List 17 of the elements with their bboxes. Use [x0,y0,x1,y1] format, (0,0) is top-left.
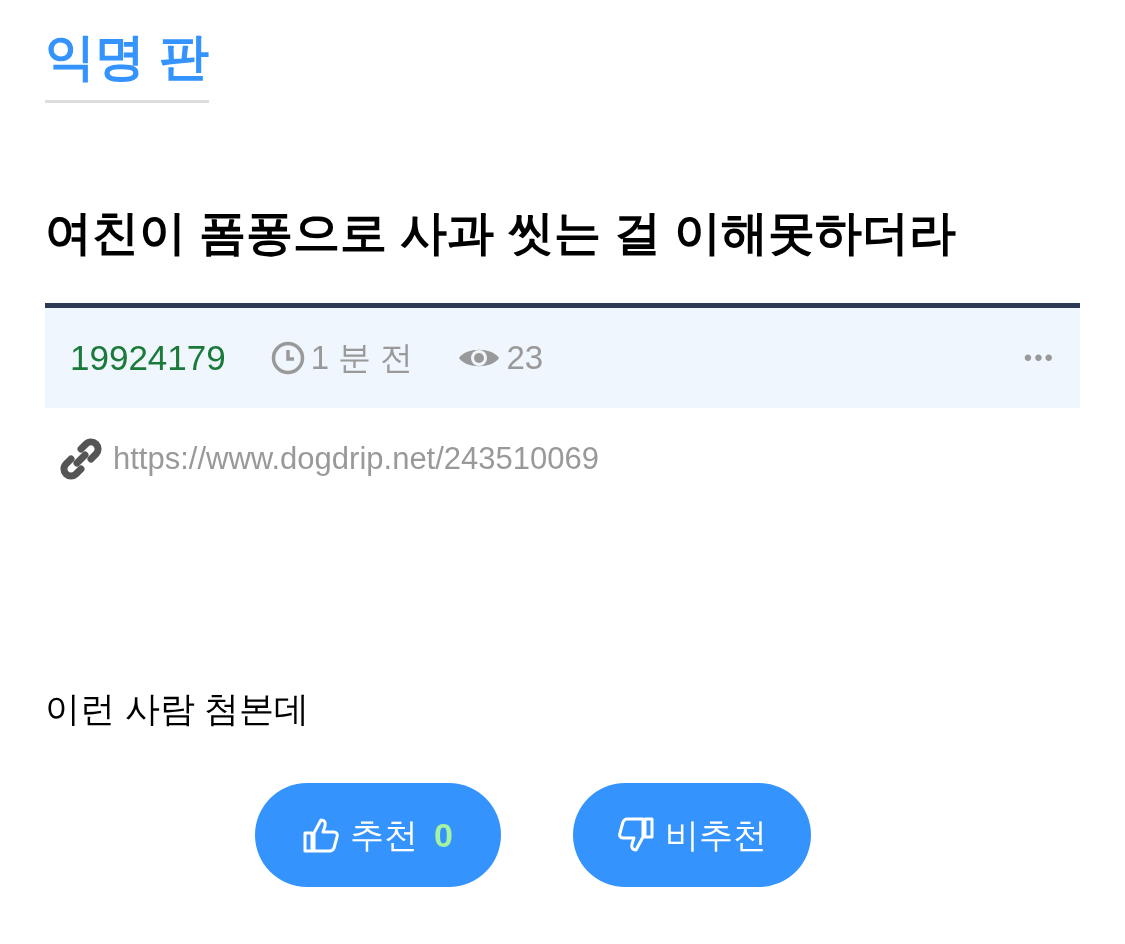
board-title[interactable]: 익명 판 [45,29,209,85]
vote-label: 비추천 [664,814,767,856]
more-button[interactable]: ••• [1023,340,1055,376]
upvote-button[interactable]: 추천 0 [254,783,501,887]
post-title: 여친이 폼퐁으로 사과 씻는 걸 이해못하더라 [45,205,958,261]
thumbs-down-icon [616,816,655,854]
view-count: 23 [506,338,544,379]
vote-label: 추천 [350,814,419,856]
post-time: 1 분 전 [310,338,414,379]
post-url-link[interactable]: https://www.dogdrip.net/243510069 [113,436,599,483]
author-name[interactable]: 19924179 [70,331,226,385]
clock-icon [270,341,305,375]
link-icon [59,437,103,482]
thumbs-up-icon [302,816,341,854]
post-body-text: 이런 사람 첨본데 [45,687,311,730]
vote-count: 0 [434,814,453,856]
downvote-button[interactable]: 비추천 [572,783,811,887]
